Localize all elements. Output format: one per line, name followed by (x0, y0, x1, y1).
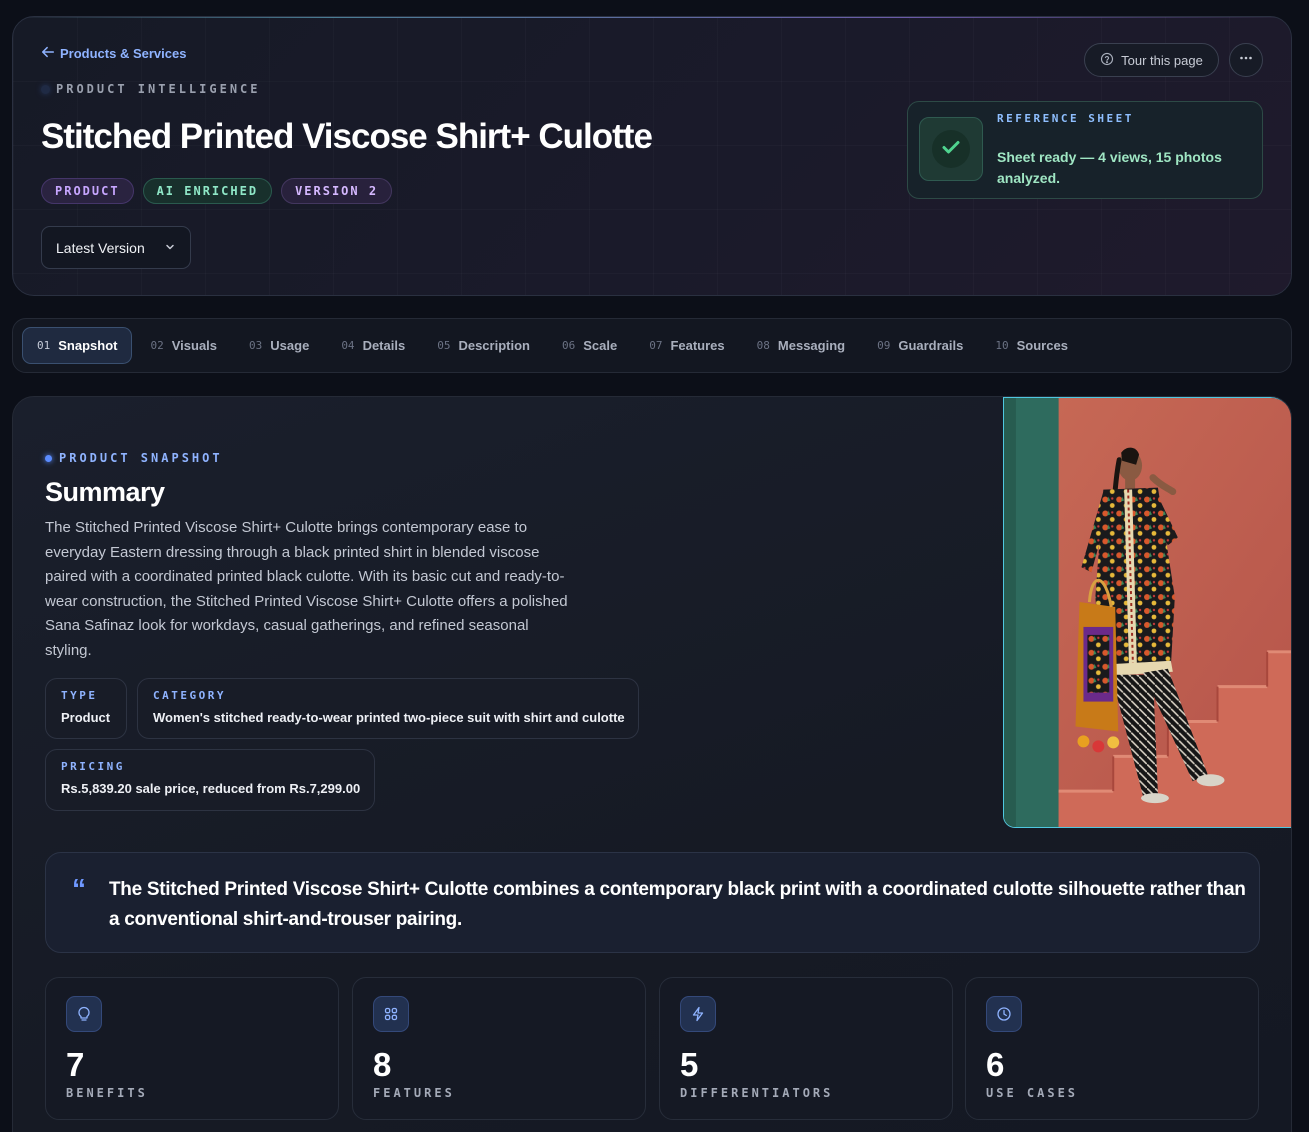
reference-sheet-card: REFERENCE SHEET Sheet ready — 4 views, 1… (907, 101, 1263, 199)
pricing-label: PRICING (61, 760, 125, 773)
summary-text: The Stitched Printed Viscose Shirt+ Culo… (45, 519, 568, 659)
back-link-label: Products & Services (60, 46, 187, 61)
tab-number: 06 (561, 339, 576, 352)
tab-number: 04 (341, 339, 355, 352)
type-value: Product (61, 710, 111, 725)
tab-number: 03 (249, 339, 263, 352)
tab-visuals[interactable]: 02 Visuals (136, 327, 231, 364)
page-title: Stitched Printed Viscose Shirt+ Culotte (41, 117, 653, 156)
eyebrow-label: PRODUCT INTELLIGENCE (56, 82, 261, 96)
tab-label: Messaging (777, 338, 846, 353)
product-photo (1003, 397, 1291, 828)
help-circle-icon (1100, 52, 1114, 69)
tab-label: Features (670, 338, 725, 353)
product-header-card: Products & Services PRODUCT INTELLIGENCE… (12, 16, 1292, 296)
stat-card-features[interactable]: 8 FEATURES (352, 977, 646, 1120)
badge-ai-enriched: AI ENRICHED (142, 178, 273, 204)
tab-label: Guardrails (898, 338, 964, 353)
section-tabs: 01 Snapshot 02 Visuals 03 Usage 04 Detai… (12, 318, 1292, 373)
snapshot-panel: PRODUCT SNAPSHOT Summary The Stitched Pr… (12, 396, 1292, 1132)
tab-guardrails[interactable]: 09 Guardrails (863, 327, 977, 364)
bolt-icon (680, 996, 716, 1032)
snapshot-eyebrow: PRODUCT SNAPSHOT (45, 451, 223, 465)
lightbulb-icon (66, 996, 102, 1032)
badge-version: VERSION 2 (281, 178, 393, 204)
tab-number: 10 (995, 339, 1009, 352)
version-select[interactable]: Latest Version (41, 226, 191, 269)
page-eyebrow: PRODUCT INTELLIGENCE (41, 82, 261, 96)
tab-label: Usage (270, 338, 310, 353)
snapshot-eyebrow-label: PRODUCT SNAPSHOT (59, 451, 223, 465)
tab-number: 05 (437, 339, 451, 352)
tour-button-label: Tour this page (1121, 52, 1203, 68)
tab-number: 09 (877, 339, 891, 352)
product-photo-illustration (1004, 398, 1291, 827)
tab-scale[interactable]: 06 Scale (548, 327, 631, 364)
summary-title: Summary (45, 477, 165, 507)
highlight-quote: “ The Stitched Printed Viscose Shirt+ Cu… (45, 852, 1260, 953)
status-dot-icon (41, 84, 50, 94)
stat-card-use-cases[interactable]: 6 USE CASES (965, 977, 1259, 1120)
badge-product: PRODUCT (41, 178, 134, 204)
reference-sheet-label: REFERENCE SHEET (997, 112, 1134, 125)
pricing-box: PRICING Rs.5,839.20 sale price, reduced … (45, 749, 375, 811)
tab-description[interactable]: 05 Description (423, 327, 544, 364)
tab-details[interactable]: 04 Details (327, 327, 419, 364)
tab-label: Details (362, 338, 406, 353)
check-icon (939, 135, 963, 164)
stat-value: 6 (986, 1046, 1005, 1083)
chevron-down-icon (164, 240, 176, 256)
more-options-button[interactable] (1229, 43, 1263, 77)
stat-label: BENEFITS (66, 1086, 148, 1100)
category-box: CATEGORY Women's stitched ready-to-wear … (137, 678, 639, 739)
tour-page-button[interactable]: Tour this page (1084, 43, 1219, 77)
category-value: Women's stitched ready-to-wear printed t… (153, 710, 625, 725)
tab-features[interactable]: 07 Features (635, 327, 738, 364)
tab-label: Snapshot (58, 338, 118, 353)
type-box: TYPE Product (45, 678, 127, 739)
tab-label: Description (458, 338, 530, 353)
tab-messaging[interactable]: 08 Messaging (743, 327, 859, 364)
more-horizontal-icon (1238, 50, 1254, 71)
pricing-value: Rs.5,839.20 sale price, reduced from Rs.… (61, 781, 361, 796)
back-link-products-services[interactable]: Products & Services (41, 45, 186, 62)
tab-number: 08 (756, 339, 770, 352)
stat-card-benefits[interactable]: 7 BENEFITS (45, 977, 339, 1120)
tab-number: 07 (649, 339, 663, 352)
tab-number: 02 (150, 339, 164, 352)
stat-label: DIFFERENTIATORS (680, 1086, 834, 1100)
stat-value: 5 (680, 1046, 699, 1083)
arrow-left-icon (41, 45, 55, 62)
tab-snapshot[interactable]: 01 Snapshot (22, 327, 133, 364)
stat-value: 7 (66, 1046, 85, 1083)
grid-icon (373, 996, 409, 1032)
quote-icon: “ (72, 873, 86, 904)
stat-card-differentiators[interactable]: 5 DIFFERENTIATORS (659, 977, 953, 1120)
reference-check-badge (919, 117, 983, 181)
tab-label: Scale (583, 338, 618, 353)
version-select-value: Latest Version (56, 239, 145, 256)
stat-label: FEATURES (373, 1086, 455, 1100)
tab-number: 01 (37, 339, 51, 352)
stat-label: USE CASES (986, 1086, 1079, 1100)
badge-row: PRODUCT AI ENRICHED VERSION 2 (41, 178, 393, 204)
tab-label: Sources (1016, 338, 1068, 353)
status-dot-icon (45, 454, 52, 462)
reference-sheet-status: Sheet ready — 4 views, 15 photos analyze… (997, 149, 1222, 186)
clock-icon (986, 996, 1022, 1032)
quote-text: The Stitched Printed Viscose Shirt+ Culo… (109, 879, 1246, 930)
tab-sources[interactable]: 10 Sources (981, 327, 1082, 364)
stat-value: 8 (373, 1046, 392, 1083)
tab-usage[interactable]: 03 Usage (235, 327, 323, 364)
type-label: TYPE (61, 689, 98, 702)
category-label: CATEGORY (153, 689, 226, 702)
tab-label: Visuals (171, 338, 218, 353)
